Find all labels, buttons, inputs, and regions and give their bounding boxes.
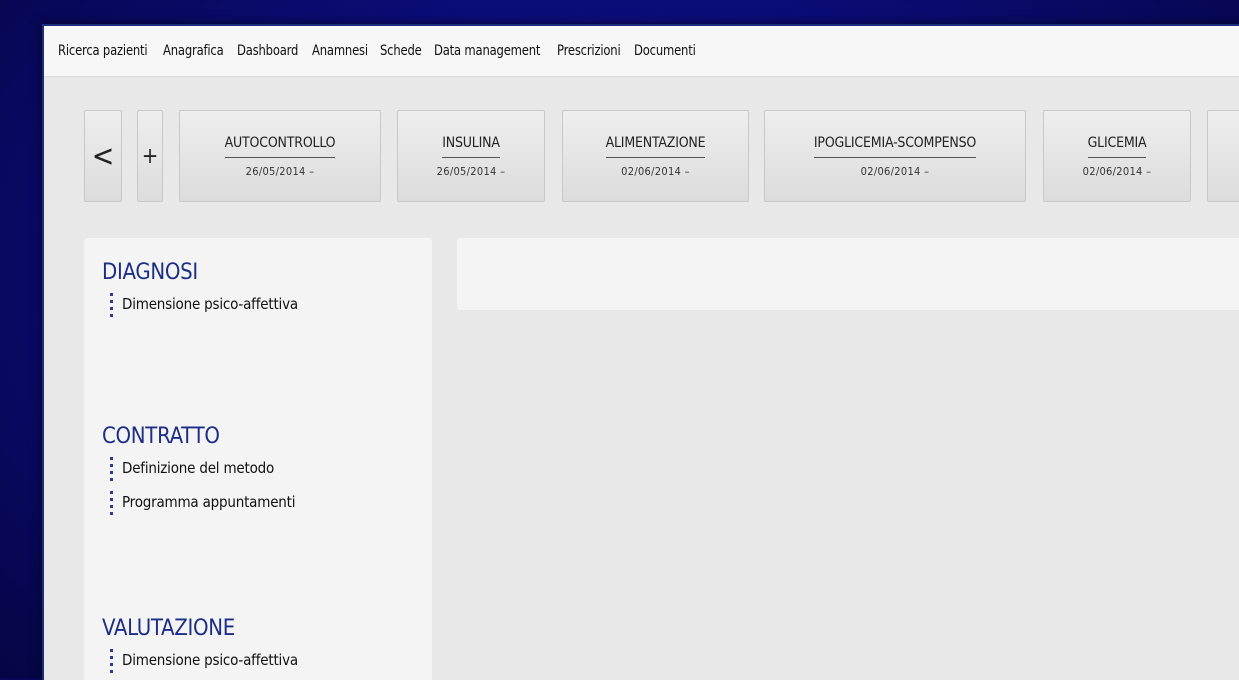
card-partial[interactable] bbox=[1207, 110, 1239, 202]
section-valutazione: VALUTAZIONE Dimensione psico-affettiva bbox=[102, 616, 298, 677]
card-date: 02/06/2014 – bbox=[621, 164, 690, 178]
add-button[interactable]: + bbox=[137, 110, 163, 202]
card-date: 26/05/2014 – bbox=[245, 164, 315, 178]
menu-dashboard[interactable]: Dashboard bbox=[237, 43, 298, 59]
menu-documenti[interactable]: Documenti bbox=[634, 43, 696, 59]
sidebar-panel: DIAGNOSI Dimensione psico-affettiva CONT… bbox=[84, 238, 432, 680]
sidebar-item-dimensione-psico-affettiva[interactable]: Dimensione psico-affettiva bbox=[102, 643, 298, 677]
app-window: Ricerca pazienti Anagrafica Dashboard An… bbox=[42, 24, 1239, 680]
section-title: VALUTAZIONE bbox=[102, 616, 235, 641]
card-date: 26/05/2014 – bbox=[436, 164, 506, 178]
card-insulina[interactable]: INSULINA 26/05/2014 – bbox=[397, 110, 545, 202]
section-title: CONTRATTO bbox=[102, 424, 220, 449]
card-title: ALIMENTAZIONE bbox=[605, 135, 706, 158]
card-glicemia[interactable]: GLICEMIA 02/06/2014 – bbox=[1043, 110, 1191, 202]
card-title: IPOGLICEMIA-SCOMPENSO bbox=[813, 135, 976, 158]
sidebar-item-dimensione-psico-affettiva[interactable]: Dimensione psico-affettiva bbox=[102, 287, 298, 321]
back-button[interactable]: < bbox=[84, 110, 122, 202]
sidebar-item-programma-appuntamenti[interactable]: Programma appuntamenti bbox=[102, 485, 295, 519]
content-panel bbox=[457, 238, 1239, 310]
card-title: INSULINA bbox=[442, 135, 500, 158]
card-autocontrollo[interactable]: AUTOCONTROLLO 26/05/2014 – bbox=[179, 110, 381, 202]
card-date: 02/06/2014 – bbox=[1082, 164, 1152, 178]
card-title: AUTOCONTROLLO bbox=[224, 135, 336, 158]
card-ipoglicemia-scompenso[interactable]: IPOGLICEMIA-SCOMPENSO 02/06/2014 – bbox=[764, 110, 1026, 202]
menu-anamnesi[interactable]: Anamnesi bbox=[312, 43, 368, 59]
section-title: DIAGNOSI bbox=[102, 260, 198, 285]
section-contratto: CONTRATTO Definizione del metodo Program… bbox=[102, 424, 295, 519]
card-alimentazione[interactable]: ALIMENTAZIONE 02/06/2014 – bbox=[562, 110, 749, 202]
menu-prescrizioni[interactable]: Prescrizioni bbox=[557, 43, 621, 59]
section-diagnosi: DIAGNOSI Dimensione psico-affettiva bbox=[102, 260, 298, 321]
sidebar-item-definizione-del-metodo[interactable]: Definizione del metodo bbox=[102, 451, 295, 485]
menu-ricerca-pazienti[interactable]: Ricerca pazienti bbox=[58, 43, 148, 59]
menu-schede[interactable]: Schede bbox=[380, 43, 422, 59]
top-menu-bar: Ricerca pazienti Anagrafica Dashboard An… bbox=[44, 26, 1239, 77]
card-title: GLICEMIA bbox=[1087, 135, 1147, 158]
menu-data-management[interactable]: Data management bbox=[434, 43, 540, 59]
menu-anagrafica[interactable]: Anagrafica bbox=[163, 43, 224, 59]
card-date: 02/06/2014 – bbox=[860, 164, 930, 178]
